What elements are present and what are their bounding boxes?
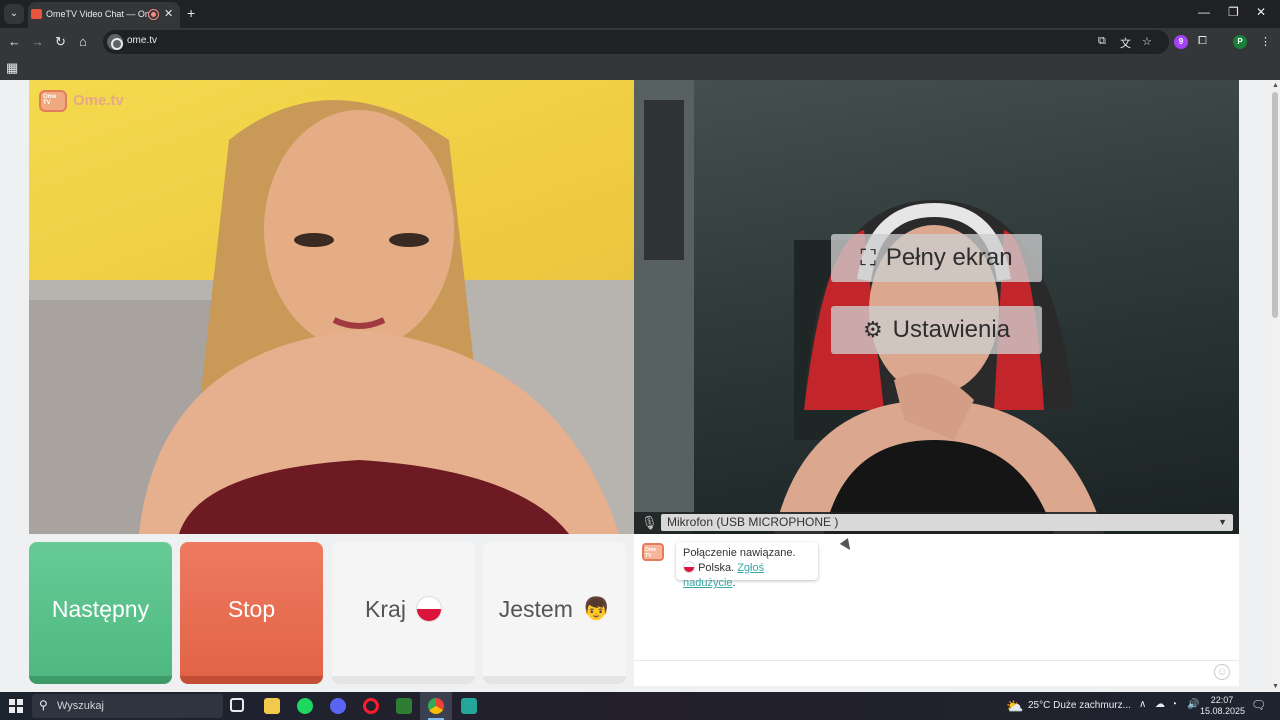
home-icon[interactable]: ⌂	[79, 34, 87, 49]
minimize-icon[interactable]: —	[1198, 5, 1210, 19]
browser-tab-active[interactable]: OmeTV Video Chat — Ome ✕	[28, 2, 180, 28]
site-info-icon[interactable]	[107, 34, 123, 50]
tab-close-icon[interactable]: ✕	[164, 7, 173, 20]
poland-flag-icon	[415, 596, 442, 622]
connection-status: Połączenie nawiązane.	[683, 547, 796, 559]
chat-logo-text: Ome TV	[645, 547, 657, 559]
search-icon: ⚲	[39, 698, 48, 712]
weather-text[interactable]: 25°C Duże zachmurz...	[1028, 700, 1131, 711]
gender-label: Jestem	[498, 595, 573, 622]
bookmark-star-icon[interactable]: ☆	[1142, 35, 1152, 48]
logo-small-text: Ome TV	[43, 94, 57, 106]
taskbar: ⚲ Wyszukaj ⛅ 25°C Duże zachmurz... ∧ ☁ ◔…	[0, 692, 1280, 720]
weather-temp: 25°C	[1028, 700, 1051, 711]
fullscreen-label: Pełny ekran	[885, 244, 1013, 271]
emoji-icon[interactable]: ☺	[1214, 664, 1230, 680]
ometv-favicon-icon	[31, 9, 42, 19]
taskbar-search[interactable]: ⚲ Wyszukaj	[32, 694, 223, 718]
gender-button[interactable]: Jestem 👦	[483, 542, 626, 684]
ometv-chat-logo-icon: Ome TV	[642, 543, 664, 561]
chat-panel: Ome TV Połączenie nawiązane. Polska. Zgł…	[634, 534, 1239, 686]
next-button[interactable]: Następny	[29, 542, 172, 684]
forward-icon[interactable]: →	[31, 34, 44, 49]
speaker-icon[interactable]: 🔊	[1187, 699, 1199, 710]
menu-kebab-icon[interactable]: ⋮	[1260, 35, 1271, 48]
onedrive-cloud-icon[interactable]: ☁	[1155, 699, 1165, 710]
microphone-select[interactable]: Mikrofon (USB MICROPHONE ) ▼	[661, 514, 1233, 531]
microphone-bar: 🎙 Mikrofon (USB MICROPHONE ) ▼	[634, 512, 1239, 534]
poland-flag-icon	[683, 561, 695, 573]
apps-grid-icon[interactable]: ▦	[6, 60, 18, 76]
report-period: .	[732, 577, 736, 589]
weather-desc: Duże zachmurz...	[1053, 700, 1131, 711]
restore-icon[interactable]: ❐	[1228, 5, 1239, 19]
browser-toolbar: ← → ↻ ⌂ ome.tv ⧉ 文 ☆ 9 ⧠ P ⋮	[0, 28, 1280, 56]
back-icon[interactable]: ←	[8, 34, 21, 49]
windows-start-icon[interactable]	[9, 699, 23, 713]
scroll-up-icon[interactable]: ▲	[1272, 82, 1279, 89]
profile-avatar[interactable]: P	[1233, 35, 1247, 49]
chat-country: Polska.	[698, 562, 735, 574]
file-explorer-icon[interactable]	[264, 698, 280, 714]
chat-country-line: Polska. Zgłoś nadużycie.	[683, 561, 811, 591]
task-view-icon[interactable]	[230, 698, 244, 712]
window-close-icon[interactable]: ✕	[1256, 5, 1266, 19]
stop-label: Stop	[227, 595, 276, 622]
discord-icon[interactable]	[330, 698, 346, 714]
next-label: Następny	[51, 595, 150, 622]
tab-title: OmeTV Video Chat — Ome	[46, 9, 156, 19]
clock-date: 15.08.2025	[1200, 706, 1246, 716]
page-content: Ome TV Ome.tv ⛶ Pełny ekran ⚙ Ustawienia	[0, 80, 1270, 692]
opera-icon[interactable]	[363, 698, 379, 714]
microphone-icon: 🎙	[641, 515, 658, 530]
scroll-down-icon[interactable]: ▼	[1272, 683, 1279, 690]
settings-label: Ustawienia	[892, 316, 1011, 343]
address-bar[interactable]: ome.tv	[103, 30, 1169, 54]
extensions-puzzle-icon[interactable]: ⧠	[1198, 35, 1207, 48]
clock[interactable]: 22:07 15.08.2025	[1200, 695, 1246, 717]
translate-icon[interactable]: 文	[1120, 35, 1131, 51]
install-app-icon[interactable]: ⧉	[1098, 35, 1106, 48]
weather-cloud-sun-icon[interactable]: ⛅	[1006, 698, 1023, 715]
dropdown-arrow-icon: ▼	[1218, 517, 1227, 527]
chat-system-message: Połączenie nawiązane. Polska. Zgłoś nadu…	[676, 542, 818, 589]
sheets-app-icon[interactable]	[396, 698, 412, 714]
boy-avatar-icon: 👦	[582, 596, 611, 621]
logo-text: Ome.tv	[73, 92, 124, 109]
chevron-up-icon[interactable]: ∧	[1139, 699, 1146, 710]
spotify-icon[interactable]	[297, 698, 313, 714]
wifi-icon[interactable]: ◔	[1171, 699, 1177, 710]
chrome-icon[interactable]	[428, 698, 444, 714]
scroll-thumb[interactable]	[1272, 92, 1278, 318]
ometv-tv-icon: Ome TV	[39, 90, 67, 112]
page-scrollbar[interactable]: ▲ ▼	[1270, 80, 1280, 692]
stranger-video-scene	[29, 100, 634, 534]
tab-search-chevron-icon[interactable]: ⌄	[4, 4, 24, 24]
fullscreen-icon: ⛶	[860, 245, 876, 270]
notifications-icon[interactable]: 🗨	[1251, 698, 1266, 712]
stranger-video: Ome TV Ome.tv	[29, 80, 634, 534]
clock-time: 22:07	[1210, 695, 1234, 705]
url-text: ome.tv	[127, 35, 158, 46]
tab-strip: ⌄ OmeTV Video Chat — Ome ✕ + — ❐ ✕	[0, 0, 1280, 28]
chat-input-divider	[634, 660, 1239, 661]
gear-icon: ⚙	[862, 317, 883, 342]
recording-indicator-icon	[149, 10, 158, 19]
microphone-select-value: Mikrofon (USB MICROPHONE )	[667, 515, 839, 529]
new-tab-button[interactable]: +	[187, 5, 195, 21]
stop-button[interactable]: Stop	[180, 542, 323, 684]
android-app-icon[interactable]	[461, 698, 477, 714]
bookmarks-bar: ▦	[0, 56, 1280, 80]
search-placeholder: Wyszukaj	[57, 700, 104, 712]
country-label: Kraj	[365, 595, 406, 622]
fullscreen-button[interactable]: ⛶ Pełny ekran	[831, 234, 1042, 282]
reload-icon[interactable]: ↻	[55, 34, 66, 50]
self-video: ⛶ Pełny ekran ⚙ Ustawienia	[634, 80, 1239, 534]
country-button[interactable]: Kraj	[332, 542, 475, 684]
settings-button[interactable]: ⚙ Ustawienia	[831, 306, 1042, 354]
extension-badge-icon[interactable]: 9	[1174, 35, 1188, 49]
